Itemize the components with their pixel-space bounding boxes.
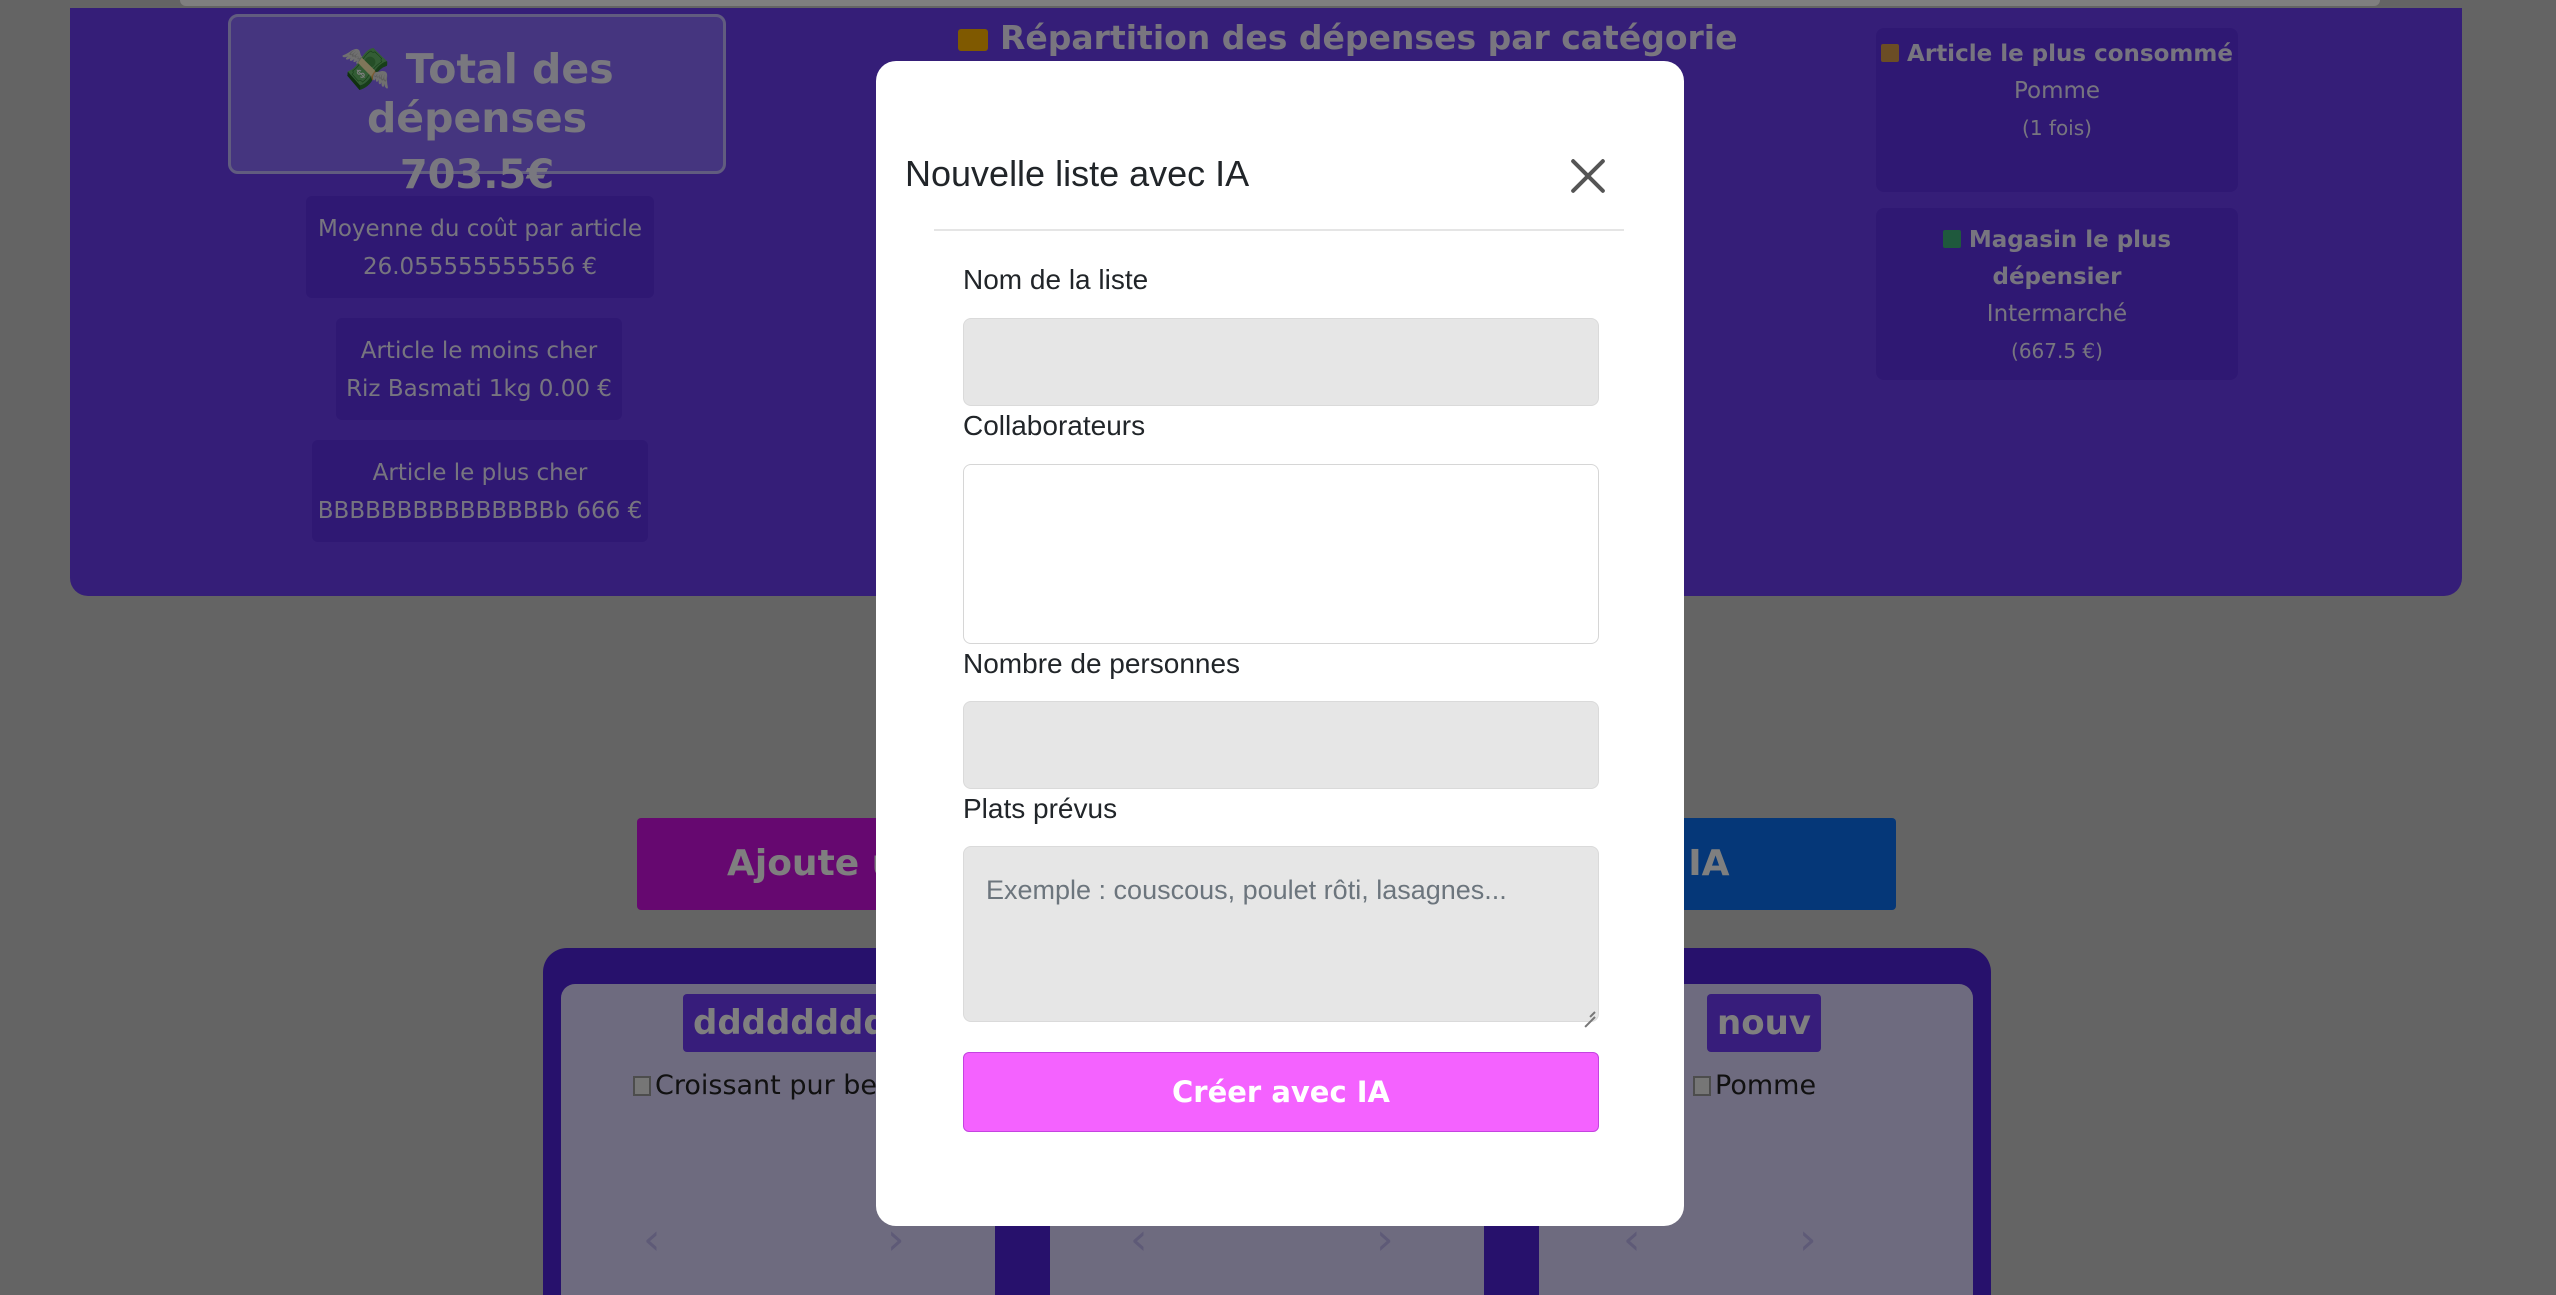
list-name-input[interactable] [963, 318, 1599, 406]
collaborators-field[interactable] [963, 464, 1599, 644]
create-with-ai-submit-button[interactable]: Créer avec IA [963, 1052, 1599, 1132]
collaborators-label: Collaborateurs [963, 410, 1146, 441]
planned-dishes-placeholder: Exemple : couscous, poulet rôti, lasagne… [986, 875, 1507, 905]
planned-dishes-label: Plats prévus [963, 793, 1118, 824]
resize-handle-icon[interactable] [1583, 1006, 1595, 1018]
modal-title: Nouvelle liste avec IA [905, 153, 1250, 194]
people-count-label: Nombre de personnes [963, 648, 1241, 679]
people-count-input[interactable] [963, 701, 1599, 789]
close-icon[interactable] [1565, 153, 1611, 199]
list-name-label: Nom de la liste [963, 264, 1149, 295]
planned-dishes-textarea[interactable]: Exemple : couscous, poulet rôti, lasagne… [963, 846, 1599, 1022]
new-ai-list-modal: Nouvelle liste avec IA Nom de la liste C… [876, 61, 1684, 1226]
